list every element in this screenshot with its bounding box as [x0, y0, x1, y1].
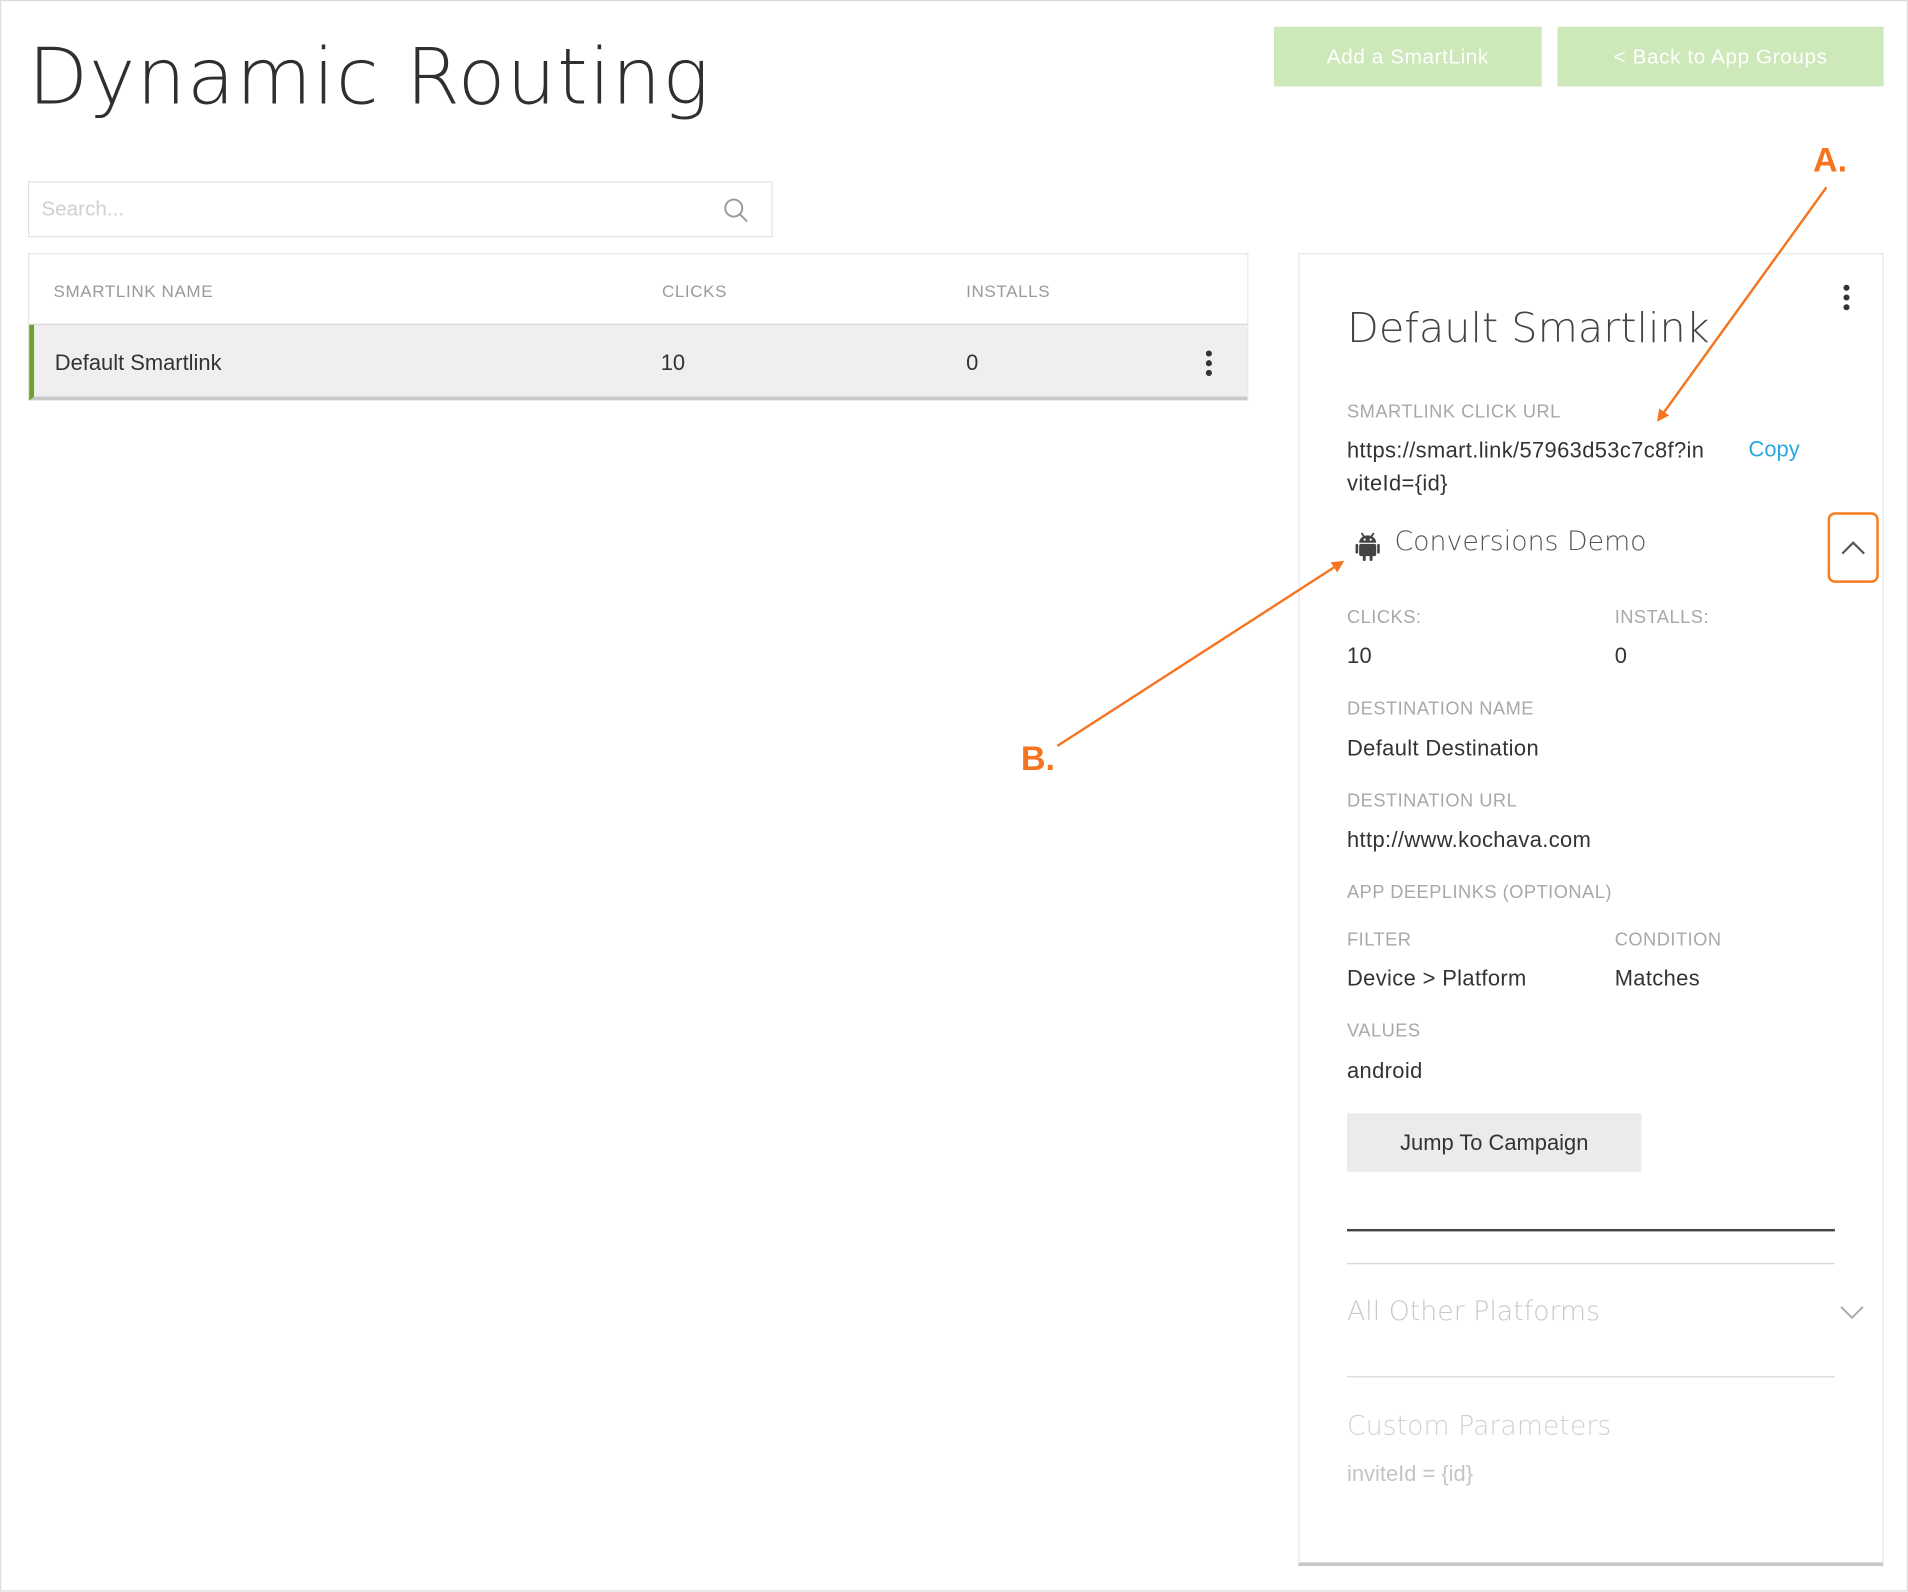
column-header-clicks[interactable]: CLICKS	[662, 281, 727, 300]
row-installs: 0	[966, 350, 979, 375]
platform-section-title[interactable]: Conversions Demo	[1394, 527, 1646, 557]
clicks-label: CLICKS:	[1346, 607, 1422, 628]
deeplinks-label: APP DEEPLINKS (OPTIONAL)	[1346, 882, 1612, 903]
installs-value: 0	[1614, 643, 1628, 669]
panel-more-menu-icon[interactable]	[1842, 284, 1849, 311]
custom-parameters-value: inviteId = {id}	[1346, 1461, 1474, 1486]
section-divider	[1346, 1376, 1835, 1378]
app-window: Dynamic Routing Add a SmartLink < Back t…	[0, 0, 1908, 1592]
smartlink-table: SMARTLINK NAME CLICKS INSTALLS Default S…	[27, 253, 1249, 401]
section-divider	[1346, 1228, 1835, 1232]
clicks-value: 10	[1346, 643, 1373, 669]
page-title: Dynamic Routing	[27, 32, 711, 123]
destination-name-label: DESTINATION NAME	[1346, 698, 1534, 720]
search-icon[interactable]	[723, 197, 750, 224]
values-value: android	[1346, 1058, 1423, 1083]
condition-value: Matches	[1614, 966, 1701, 991]
detail-title: Default Smartlink	[1346, 304, 1710, 353]
column-header-installs[interactable]: INSTALLS	[966, 281, 1050, 300]
condition-label: CONDITION	[1614, 929, 1722, 951]
filter-label: FILTER	[1346, 929, 1412, 951]
click-url-value: https://smart.link/57963d53c7c8f?inviteI…	[1346, 438, 1705, 496]
row-name: Default Smartlink	[54, 350, 222, 375]
annotation-label-b: B.	[1020, 739, 1055, 778]
jump-to-campaign-button[interactable]: Jump To Campaign	[1346, 1113, 1642, 1172]
row-clicks: 10	[660, 350, 686, 375]
back-to-app-groups-button[interactable]: < Back to App Groups	[1557, 26, 1884, 87]
destination-name-value: Default Destination	[1346, 736, 1540, 761]
add-smartlink-button[interactable]: Add a SmartLink	[1273, 26, 1542, 87]
click-url-label: SMARTLINK CLICK URL	[1346, 401, 1561, 423]
values-label: VALUES	[1346, 1020, 1421, 1042]
search-input[interactable]	[29, 182, 687, 237]
table-header: SMARTLINK NAME CLICKS INSTALLS	[29, 254, 1248, 325]
chevron-down-icon[interactable]	[1840, 1306, 1864, 1321]
collapse-section-button[interactable]	[1827, 512, 1879, 583]
destination-url-label: DESTINATION URL	[1346, 790, 1518, 812]
destination-url-value: http://www.kochava.com	[1346, 827, 1592, 852]
search-box	[27, 181, 773, 238]
column-header-name[interactable]: SMARTLINK NAME	[54, 281, 214, 300]
custom-parameters-title: Custom Parameters	[1346, 1411, 1612, 1442]
other-platforms-section-title[interactable]: All Other Platforms	[1347, 1297, 1600, 1327]
annotation-label-a: A.	[1813, 141, 1848, 179]
row-more-menu-icon[interactable]	[1205, 350, 1212, 376]
installs-label: INSTALLS:	[1614, 607, 1710, 628]
chevron-up-icon	[1841, 541, 1865, 555]
copy-link[interactable]: Copy	[1749, 437, 1800, 463]
android-icon	[1355, 532, 1380, 561]
table-row[interactable]: Default Smartlink 10 0	[29, 324, 1248, 401]
filter-value: Device > Platform	[1346, 966, 1527, 991]
section-divider	[1346, 1263, 1835, 1265]
smartlink-detail-panel: Default Smartlink SMARTLINK CLICK URL ht…	[1298, 253, 1884, 1567]
